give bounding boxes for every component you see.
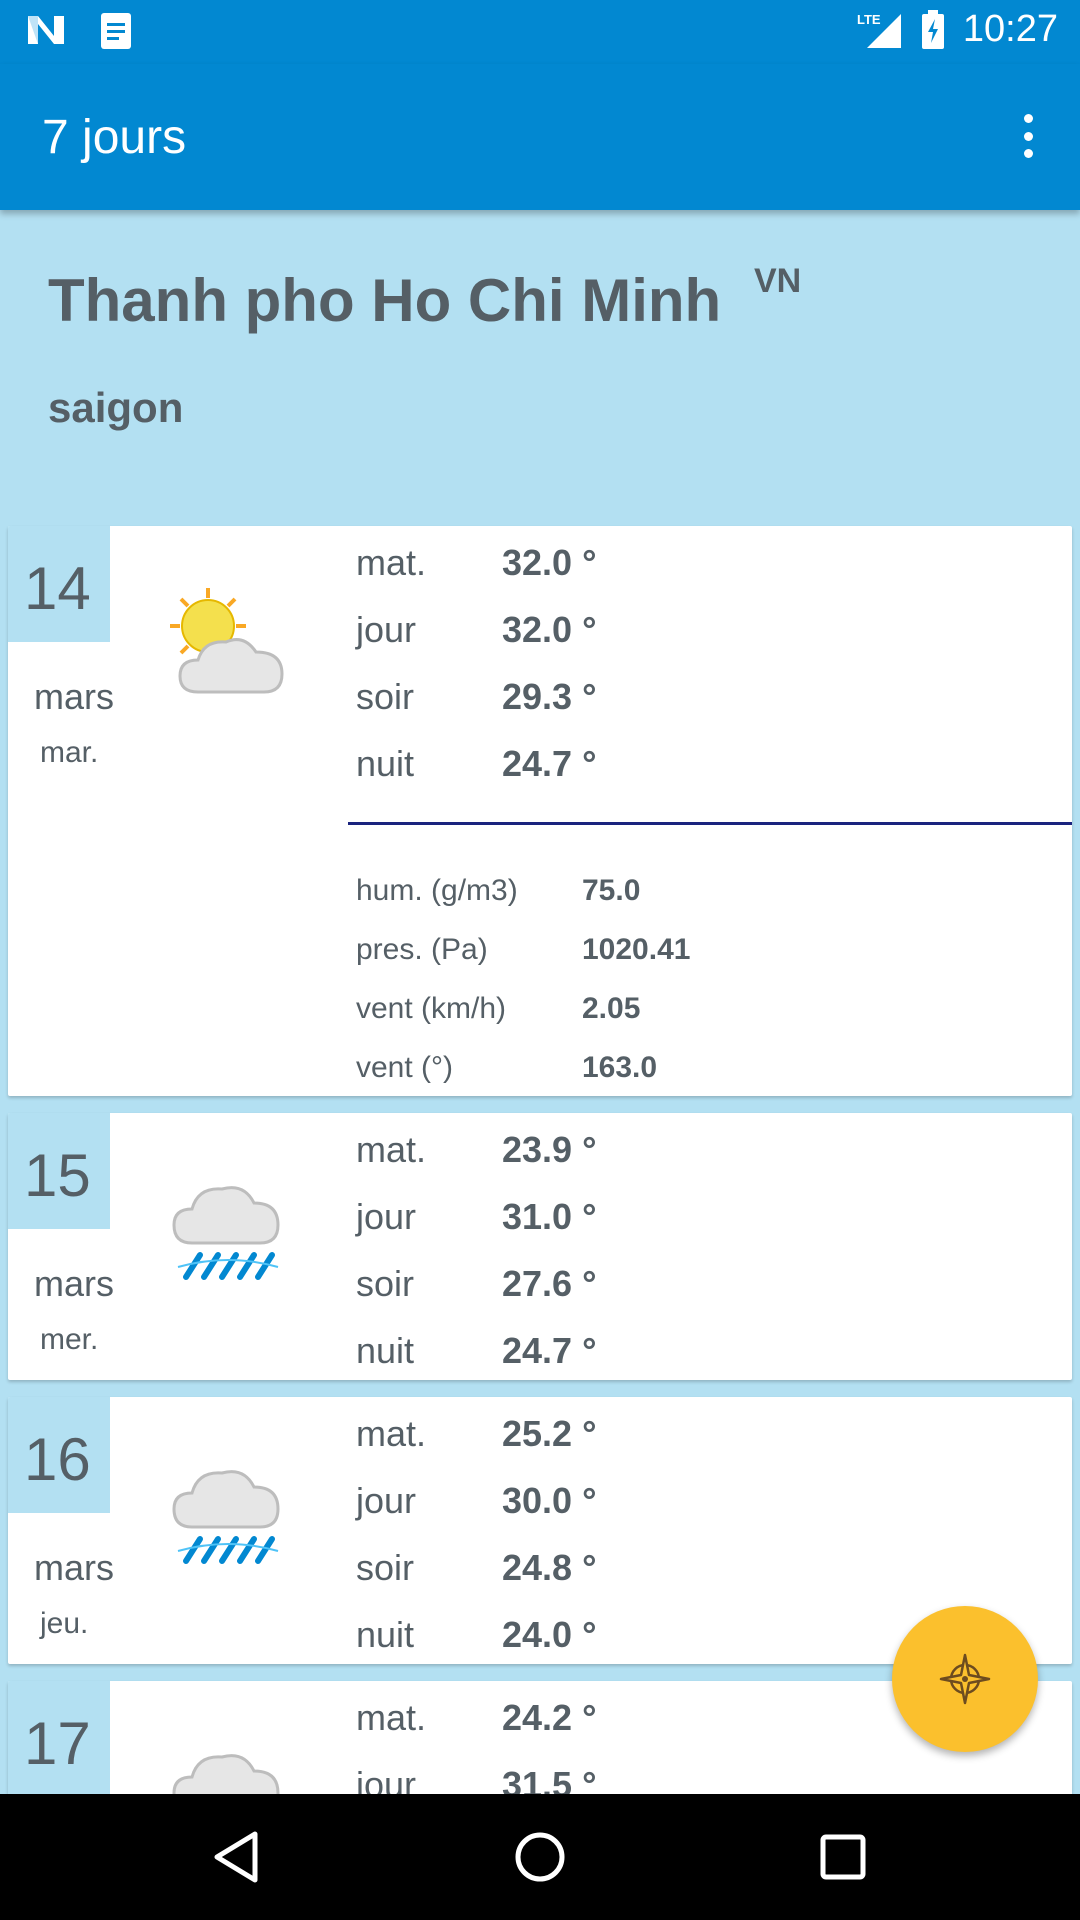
temp-value: 32.0 ° [502,609,597,650]
temp-label: jour [356,609,417,650]
temp-label: nuit [356,1614,415,1655]
more-vert-icon[interactable] [1016,114,1040,158]
temp-value: 27.6 ° [502,1263,597,1304]
day-number: 14 [24,555,91,622]
day-number-box: 14 [8,526,110,642]
details-divider [348,822,1072,825]
temp-value: 24.7 ° [502,1330,597,1371]
temp-value: 29.3 ° [502,676,597,717]
day-number: 17 [24,1710,91,1777]
app-bar: 7 jours [0,64,1080,210]
navigation-bar [0,1794,1080,1920]
rain-cloud-icon [172,1186,280,1280]
n-logo-icon [28,16,64,44]
month-label: mars [34,676,114,717]
battery-charging-icon [921,9,944,49]
day-number-box: 17 [8,1681,110,1794]
detail-value: 1020.41 [582,933,691,966]
detail-value: 2.05 [582,992,641,1025]
detail-label: vent (°) [356,1051,454,1084]
lte-signal-icon: LTE [857,12,901,48]
day-number-box: 16 [8,1397,110,1513]
temp-value: 32.0 ° [502,542,597,583]
temp-label: mat. [356,1697,427,1738]
day-card[interactable]: 15 mars mer. mat. 23.9 ° jour 31.0 ° soi… [8,1113,1072,1380]
detail-value: 163.0 [582,1051,658,1084]
detail-label: vent (km/h) [356,992,507,1025]
svg-text:LTE: LTE [857,12,881,27]
location-compass-icon [939,1653,991,1705]
weekday-label: mar. [40,736,99,769]
temp-value: 23.9 ° [502,1129,597,1170]
district-name: saigon [48,384,184,431]
recents-icon [820,1834,866,1880]
weekday-label: mer. [40,1323,99,1356]
day-card[interactable]: 16 mars jeu. mat. 25.2 ° jour 30.0 ° soi… [8,1397,1072,1664]
status-bar: LTE 10:27 [0,0,1080,64]
page-title: 7 jours [42,111,187,164]
temp-label: mat. [356,542,427,583]
day-number: 15 [24,1142,91,1209]
weekday-label: jeu. [40,1607,89,1640]
cloud-icon [172,1754,280,1794]
temp-value: 24.0 ° [502,1614,597,1655]
temp-label: soir [356,1547,415,1588]
temp-label: soir [356,676,415,717]
temp-label: jour [356,1480,417,1521]
country-code: VN [754,262,802,300]
day-number: 16 [24,1426,91,1493]
temp-label: nuit [356,743,415,784]
home-button[interactable] [505,1822,575,1892]
detail-value: 75.0 [582,874,641,907]
temp-label: soir [356,1263,415,1304]
sun-cloud-icon [170,588,284,694]
notes-icon [101,13,131,49]
status-time: 10:27 [962,8,1058,50]
temp-label: mat. [356,1413,427,1454]
day-number-box: 15 [8,1113,110,1229]
temp-value: 24.8 ° [502,1547,597,1588]
temp-label: jour [356,1196,417,1237]
rain-cloud-icon [172,1470,280,1564]
temp-value: 24.2 ° [502,1697,597,1738]
temp-label: nuit [356,1330,415,1371]
month-label: mars [34,1547,114,1588]
back-button[interactable] [201,1822,271,1892]
recents-button[interactable] [808,1822,878,1892]
temp-label: mat. [356,1129,427,1170]
month-label: mars [34,1263,114,1304]
detail-label: hum. (g/m3) [356,874,518,907]
day-card[interactable]: 14 mars mar. mat. 32.0 ° jour 32.0 ° soi… [8,526,1072,1096]
temp-value: 30.0 ° [502,1480,597,1521]
detail-label: pres. (Pa) [356,933,488,966]
temp-label: jour [356,1764,417,1794]
home-icon [515,1832,565,1882]
temp-value: 24.7 ° [502,743,597,784]
locate-fab-button[interactable] [892,1606,1038,1752]
city-name: Thanh pho Ho Chi Minh [48,267,722,334]
temp-value: 25.2 ° [502,1413,597,1454]
temp-value: 31.0 ° [502,1196,597,1237]
back-icon [214,1831,258,1883]
temp-value: 31.5 ° [502,1764,597,1794]
